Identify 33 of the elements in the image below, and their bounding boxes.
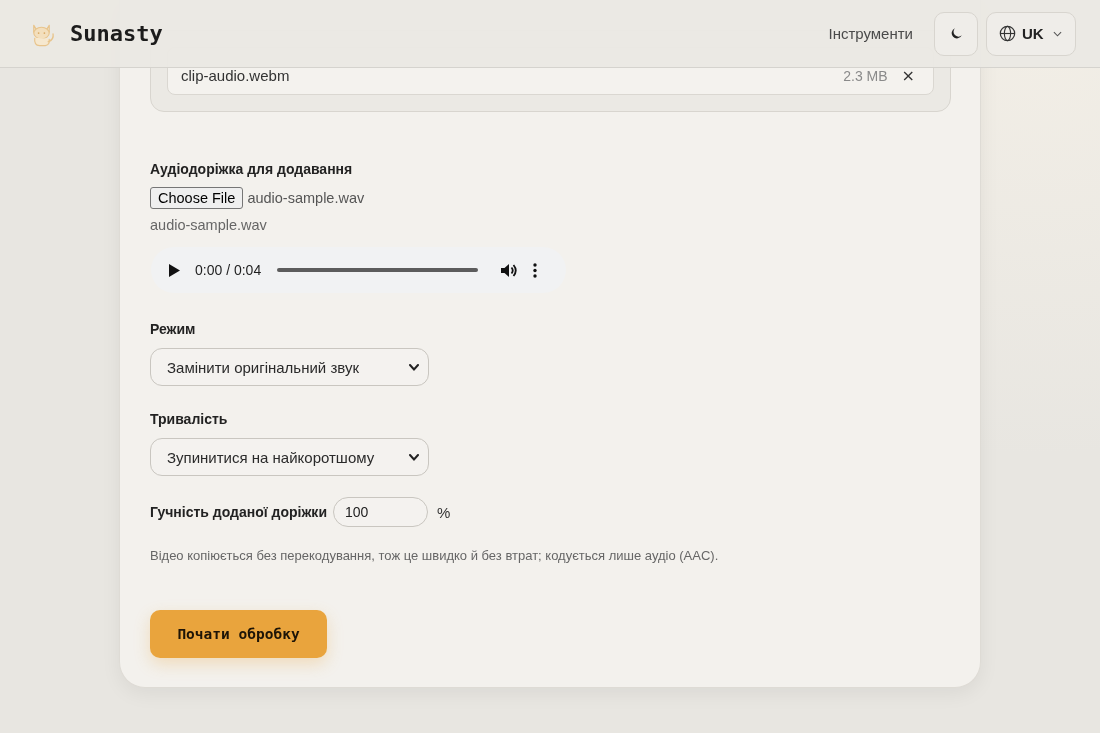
volume-button[interactable] (501, 262, 519, 278)
language-button[interactable]: UK (986, 11, 1076, 56)
file-size: 2.3 MB (843, 68, 888, 84)
unit-label: % (437, 503, 451, 521)
chevron-down-icon (409, 363, 419, 371)
choose-file-button[interactable]: Choose File (150, 187, 244, 209)
chevron-down-icon (1052, 30, 1062, 37)
moon-icon (949, 27, 963, 40)
play-button[interactable] (169, 263, 180, 277)
duration-select[interactable]: Зупинитися на найкоротшому (150, 438, 429, 476)
progress-track[interactable] (277, 268, 479, 272)
playback-time: 0:00 / 0:04 (195, 262, 262, 278)
volume-input[interactable]: 100 (333, 497, 428, 527)
play-icon (169, 263, 180, 277)
start-processing-button[interactable]: Почати обробку (150, 610, 327, 658)
remove-file-button[interactable]: × (901, 68, 915, 84)
file-name: clip-audio.webm (181, 68, 290, 84)
field-label: Гучність доданої доріжки (150, 503, 327, 521)
chevron-down-icon (409, 453, 419, 461)
globe-icon (999, 25, 1016, 42)
more-vertical-icon (533, 262, 538, 278)
file-caption: audio-sample.wav (150, 217, 267, 233)
chosen-file-name: audio-sample.wav (247, 190, 365, 206)
field-label: Тривалість (150, 410, 228, 428)
field-label: Аудіодоріжка для додавання (150, 160, 353, 178)
field-label: Режим (150, 320, 196, 338)
theme-toggle-button[interactable] (934, 11, 978, 56)
brand-name: Sunasty (70, 21, 163, 46)
more-options-button[interactable] (533, 262, 538, 278)
speaker-icon (501, 262, 519, 278)
mode-select[interactable]: Замінити оригінальний звук (150, 348, 429, 386)
info-note: Відео копіюється без перекодування, тож це швидко й без втрат; кодується лише аудіо (AAC). (150, 548, 719, 564)
tools-link[interactable]: Інструменти (828, 25, 913, 42)
